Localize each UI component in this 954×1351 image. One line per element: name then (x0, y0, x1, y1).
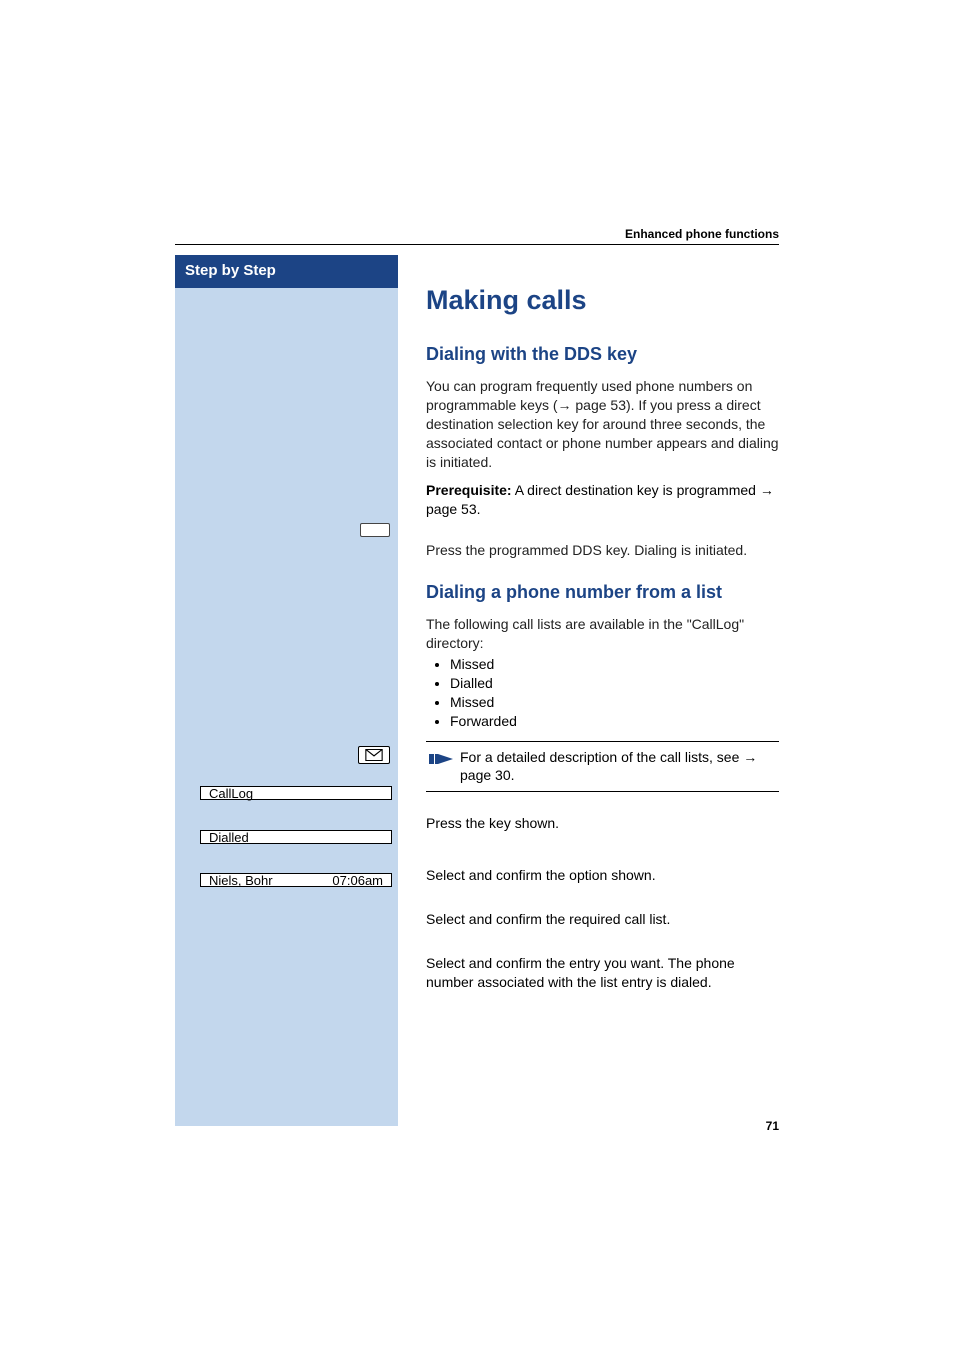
dialled-step-text: Select and confirm the required call lis… (426, 910, 779, 929)
header-bar: Enhanced phone functions (175, 227, 779, 245)
display-box-dialled: Dialled (200, 830, 392, 844)
dds-paragraph: You can program frequently used phone nu… (426, 377, 779, 471)
page-number: 71 (766, 1119, 779, 1133)
header-section-title: Enhanced phone functions (625, 227, 779, 241)
sidebar: Step by Step CallLog Dialled Niels, Bo (175, 255, 398, 1126)
list-heading: Dialing a phone number from a list (426, 582, 779, 603)
envelope-icon (365, 749, 383, 761)
display-label: Dialled (209, 830, 249, 845)
entry-step-text: Select and confirm the entry you want. T… (426, 954, 779, 992)
press-key-text: Press the key shown. (426, 814, 779, 833)
content: Making calls Dialing with the DDS key Yo… (398, 255, 779, 1126)
bullet-item: Forwarded (450, 712, 779, 731)
prereq-label: Prerequisite: (426, 482, 512, 498)
note-text: For a detailed description of the call l… (460, 748, 779, 786)
sidebar-body: CallLog Dialled Niels, Bohr 07:06am (175, 288, 398, 1126)
entry-name: Niels, Bohr (209, 873, 273, 888)
page: Enhanced phone functions Step by Step Ca… (0, 0, 954, 1351)
calllog-step-text: Select and confirm the option shown. (426, 866, 779, 885)
bullet-item: Missed (450, 655, 779, 674)
dds-key-icon (360, 523, 390, 537)
mail-key-icon (358, 746, 390, 764)
list-intro: The following call lists are available i… (426, 615, 779, 653)
call-list-bullets: Missed Dialled Missed Forwarded (426, 655, 779, 731)
bullet-item: Missed (450, 693, 779, 712)
dds-prerequisite: Prerequisite: A direct destination key i… (426, 481, 779, 519)
note-box: For a detailed description of the call l… (426, 741, 779, 793)
dds-heading: Dialing with the DDS key (426, 344, 779, 365)
sidebar-title: Step by Step (175, 255, 398, 288)
dds-press-text: Press the programmed DDS key. Dialing is… (426, 542, 779, 558)
note-arrow-icon (426, 748, 460, 768)
display-box-entry: Niels, Bohr 07:06am (200, 873, 392, 887)
columns: Step by Step CallLog Dialled Niels, Bo (175, 255, 779, 1126)
display-box-calllog: CallLog (200, 786, 392, 800)
page-title: Making calls (426, 285, 779, 316)
display-label: CallLog (209, 786, 253, 801)
entry-time: 07:06am (332, 873, 383, 888)
bullet-item: Dialled (450, 674, 779, 693)
